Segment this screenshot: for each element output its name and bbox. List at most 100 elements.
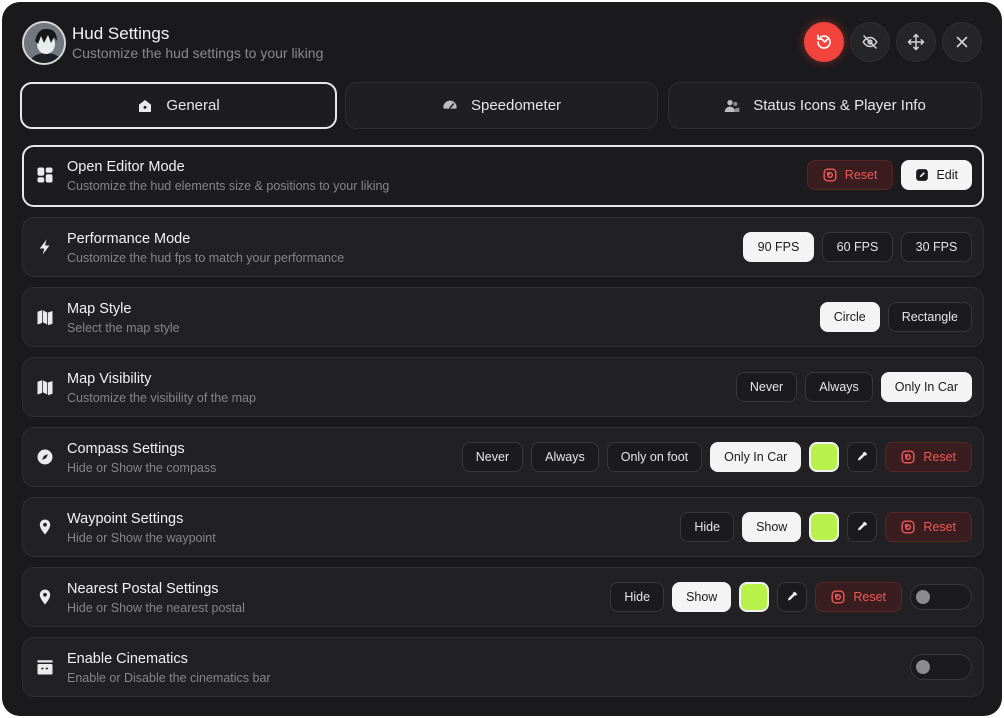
map-icon xyxy=(37,310,53,326)
setting-title: Enable Cinematics xyxy=(67,651,188,667)
setting-description: Customize the hud elements size & positi… xyxy=(67,179,390,193)
setting-title: Waypoint Settings xyxy=(67,511,184,527)
setting-row-performance: Performance Mode Customize the hud fps t… xyxy=(22,217,984,277)
cinematics-controls xyxy=(910,654,972,680)
editor-controls: Reset Edit xyxy=(806,160,972,190)
setting-title: Map Style xyxy=(67,301,132,317)
setting-row-postal: Nearest Postal Settings Hide or Show the… xyxy=(22,567,984,627)
option-always[interactable]: Always xyxy=(805,372,873,402)
reset-label: Reset xyxy=(923,520,956,534)
compass-controls: Never Always Only on foot Only In Car Re… xyxy=(461,442,972,472)
setting-row-map-style: Map Style Select the map style Circle Re… xyxy=(22,287,984,347)
users-icon xyxy=(724,99,740,112)
hud-settings-panel: Hud Settings Customize the hud settings … xyxy=(2,2,1002,716)
option-90-fps[interactable]: 90 FPS xyxy=(743,232,814,262)
map-visibility-controls: Never Always Only In Car xyxy=(735,372,972,402)
color-swatch[interactable] xyxy=(809,442,840,472)
tab-status-icons-label: Status Icons & Player Info xyxy=(753,97,926,114)
reset-icon xyxy=(901,520,915,534)
close-button[interactable] xyxy=(942,22,982,62)
setting-description: Customize the hud fps to match your perf… xyxy=(67,251,345,265)
location-pin-icon xyxy=(39,589,51,605)
color-picker-button[interactable] xyxy=(847,512,878,542)
setting-row-compass: Compass Settings Hide or Show the compas… xyxy=(22,427,984,487)
option-hide[interactable]: Hide xyxy=(610,582,665,612)
toggle-knob xyxy=(916,590,930,604)
setting-description: Hide or Show the waypoint xyxy=(67,531,216,545)
reset-button[interactable]: Reset xyxy=(885,442,972,472)
map-style-controls: Circle Rectangle xyxy=(819,302,972,332)
gauge-icon xyxy=(443,100,457,109)
setting-title: Open Editor Mode xyxy=(67,159,185,175)
reset-label: Reset xyxy=(853,590,886,604)
toggle-knob xyxy=(916,660,930,674)
option-only-on-foot[interactable]: Only on foot xyxy=(606,442,703,472)
eyedropper-icon xyxy=(858,521,868,531)
option-30-fps[interactable]: 30 FPS xyxy=(901,232,972,262)
reset-label: Reset xyxy=(923,450,956,464)
move-button[interactable] xyxy=(896,22,936,62)
reset-icon xyxy=(831,590,845,604)
option-only-in-car[interactable]: Only In Car xyxy=(880,372,972,402)
reset-icon xyxy=(901,450,915,464)
option-hide[interactable]: Hide xyxy=(680,512,735,542)
reset-all-button[interactable] xyxy=(804,22,844,62)
postal-toggle[interactable] xyxy=(910,584,972,610)
color-swatch[interactable] xyxy=(809,512,840,542)
location-pin-icon xyxy=(39,519,51,535)
avatar xyxy=(22,21,66,65)
option-never[interactable]: Never xyxy=(735,372,798,402)
postal-controls: Hide Show Reset xyxy=(610,582,972,612)
pencil-icon xyxy=(916,169,929,181)
compass-icon xyxy=(37,449,53,465)
setting-row-editor: Open Editor Mode Customize the hud eleme… xyxy=(22,145,984,207)
cinematics-toggle[interactable] xyxy=(910,654,972,680)
bolt-icon xyxy=(39,239,50,255)
setting-description: Hide or Show the compass xyxy=(67,461,217,475)
edit-button[interactable]: Edit xyxy=(901,160,972,190)
color-picker-button[interactable] xyxy=(847,442,878,472)
eye-off-icon xyxy=(862,35,878,49)
option-circle[interactable]: Circle xyxy=(819,302,880,332)
option-only-in-car[interactable]: Only In Car xyxy=(710,442,802,472)
tab-status-icons[interactable]: Status Icons & Player Info xyxy=(668,82,982,129)
setting-title: Compass Settings xyxy=(67,441,185,457)
color-picker-button[interactable] xyxy=(777,582,808,612)
option-rectangle[interactable]: Rectangle xyxy=(887,302,972,332)
setting-description: Customize the visibility of the map xyxy=(67,391,256,405)
setting-title: Performance Mode xyxy=(67,231,191,247)
page-subtitle: Customize the hud settings to your likin… xyxy=(72,45,324,61)
waypoint-controls: Hide Show Reset xyxy=(680,512,972,542)
option-show[interactable]: Show xyxy=(742,512,802,542)
setting-description: Enable or Disable the cinematics bar xyxy=(67,671,271,685)
option-show[interactable]: Show xyxy=(672,582,732,612)
tab-speedometer[interactable]: Speedometer xyxy=(345,82,658,129)
home-icon xyxy=(139,99,152,112)
tab-general-label: General xyxy=(166,97,220,114)
reset-label: Reset xyxy=(844,168,878,182)
tab-speedometer-label: Speedometer xyxy=(470,97,562,114)
setting-row-map-visibility: Map Visibility Customize the visibility … xyxy=(22,357,984,417)
tab-general[interactable]: General xyxy=(20,82,337,129)
setting-row-waypoint: Waypoint Settings Hide or Show the waypo… xyxy=(22,497,984,557)
reset-button[interactable]: Reset xyxy=(885,512,972,542)
reset-all-icon xyxy=(817,34,831,49)
hide-hud-button[interactable] xyxy=(850,22,890,62)
option-always[interactable]: Always xyxy=(531,442,599,472)
option-never[interactable]: Never xyxy=(461,442,524,472)
setting-description: Hide or Show the nearest postal xyxy=(67,601,245,615)
reset-button[interactable]: Reset xyxy=(806,160,894,190)
performance-controls: 90 FPS 60 FPS 30 FPS xyxy=(743,232,972,262)
edit-label: Edit xyxy=(936,168,958,182)
move-icon xyxy=(907,33,925,51)
color-swatch[interactable] xyxy=(739,582,770,612)
clapperboard-icon xyxy=(37,660,53,675)
eyedropper-icon xyxy=(788,591,798,601)
setting-description: Select the map style xyxy=(67,321,180,335)
setting-title: Map Visibility xyxy=(67,371,152,387)
close-icon xyxy=(956,36,968,48)
option-60-fps[interactable]: 60 FPS xyxy=(822,232,893,262)
layout-icon xyxy=(37,167,53,183)
reset-button[interactable]: Reset xyxy=(815,582,902,612)
eyedropper-icon xyxy=(858,451,868,461)
